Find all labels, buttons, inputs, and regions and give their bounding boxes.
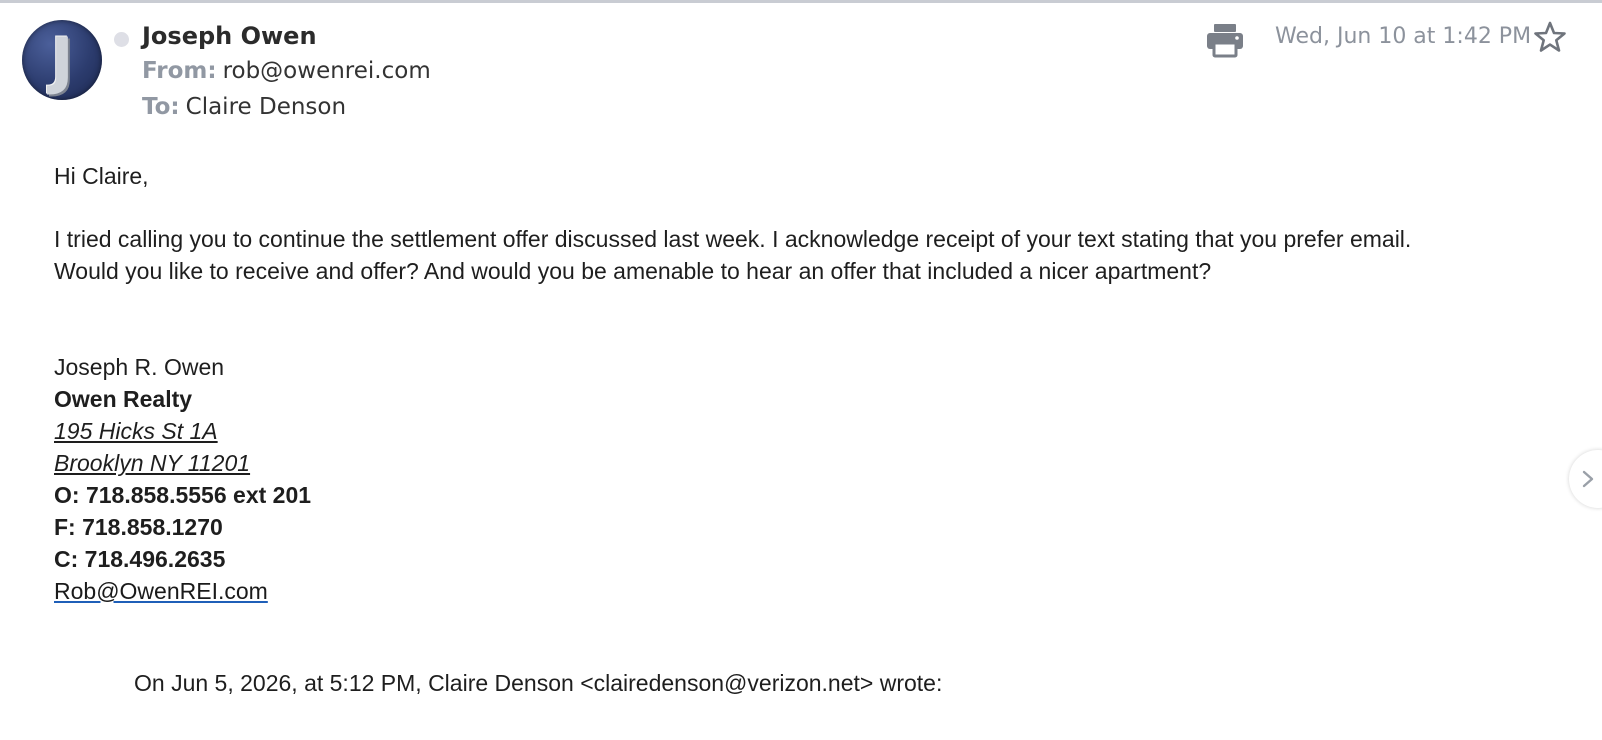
greeting: Hi Claire, <box>54 163 149 189</box>
cell-phone: C: 718.496.2635 <box>54 546 226 572</box>
from-address[interactable]: rob@owenrei.com <box>223 58 431 84</box>
to-line: To: Claire Denson <box>142 94 346 120</box>
fax-number: F: 718.858.1270 <box>54 514 223 540</box>
signature-name: Joseph R. Owen <box>54 354 225 380</box>
address-link-city[interactable]: Brooklyn NY 11201 <box>54 450 250 476</box>
to-recipient[interactable]: Claire Denson <box>186 94 346 120</box>
to-label: To: <box>142 94 180 120</box>
chevron-right-icon <box>1582 470 1594 488</box>
signature-block: Joseph R. Owen Owen Realty 195 Hicks St … <box>54 351 1554 607</box>
star-icon[interactable] <box>1533 20 1567 54</box>
email-date: Wed, Jun 10 at 1:42 PM <box>1275 24 1532 49</box>
message-line: Would you like to receive and offer? And… <box>54 258 1212 284</box>
from-line: From: rob@owenrei.com <box>142 58 431 84</box>
printer-icon[interactable] <box>1205 22 1245 58</box>
email-header: J Joseph Owen From: rob@owenrei.com To: Cl… <box>0 0 1602 140</box>
message-line: I tried calling you to continue the sett… <box>54 226 1412 252</box>
signature-company: Owen Realty <box>54 386 193 412</box>
signature-email-link[interactable]: Rob@OwenREI.com <box>54 578 268 604</box>
email-body: Hi Claire, I tried calling you to contin… <box>54 160 1554 607</box>
message-paragraph: I tried calling you to continue the sett… <box>54 223 1554 287</box>
quoted-attribution: On Jun 5, 2026, at 5:12 PM, Claire Denso… <box>134 670 943 696</box>
address-link-street[interactable]: 195 Hicks St 1A <box>54 418 218 444</box>
from-label: From: <box>142 58 217 84</box>
avatar-initial: J <box>50 24 74 97</box>
next-message-button[interactable] <box>1569 450 1602 508</box>
office-phone: O: 718.858.5556 ext 201 <box>54 482 312 508</box>
presence-indicator <box>114 32 129 47</box>
avatar[interactable]: J <box>22 20 102 100</box>
sender-name[interactable]: Joseph Owen <box>142 22 317 50</box>
